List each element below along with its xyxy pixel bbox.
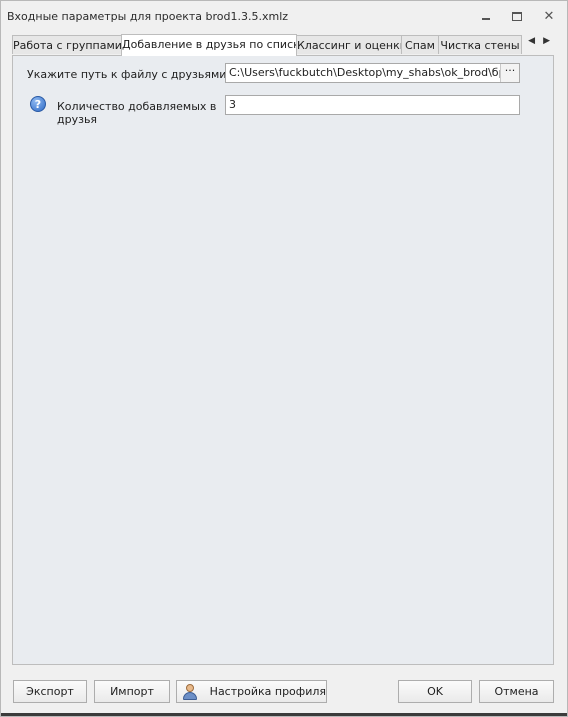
friends-count-input[interactable]: 3 [225, 95, 520, 115]
window-title: Входные параметры для проекта brod1.3.5.… [7, 10, 289, 23]
tab-label: Работа с группами [13, 39, 122, 52]
tab-label: Добавление в друзья по списку [122, 38, 297, 51]
cancel-button[interactable]: Отмена [479, 680, 554, 703]
tab-spam[interactable]: Спам [401, 35, 439, 54]
tab-label: Спам [405, 39, 435, 52]
tab-strip: Работа с группами Добавление в друзья по… [12, 34, 554, 56]
help-icon[interactable]: ? [30, 96, 46, 112]
minimize-icon [482, 18, 490, 20]
friends-count-label: Количество добавляемых в друзья [57, 100, 217, 126]
tab-scroll-arrows: ◀ ▶ [528, 36, 550, 46]
dialog-window: Входные параметры для проекта brod1.3.5.… [0, 0, 568, 717]
tab-wall-cleanup[interactable]: Чистка стены [438, 35, 522, 54]
close-icon: ✕ [543, 8, 555, 24]
tab-label: Чистка стены [440, 39, 520, 52]
ok-button[interactable]: OK [398, 680, 472, 703]
title-bar: Входные параметры для проекта brod1.3.5.… [1, 1, 567, 31]
maximize-icon [512, 11, 522, 21]
export-button[interactable]: Экспорт [13, 680, 87, 703]
browse-file-button[interactable]: ··· [500, 64, 519, 82]
tab-add-friends-by-list[interactable]: Добавление в друзья по списку [121, 34, 297, 56]
file-path-input[interactable]: C:\Users\fuckbutch\Desktop\my_shabs\ok_b… [225, 63, 520, 83]
window-bottom-border [1, 713, 567, 716]
file-path-label: Укажите путь к файлу с друзьями [27, 68, 227, 81]
tab-scroll-right-icon[interactable]: ▶ [543, 36, 550, 46]
tab-work-with-groups[interactable]: Работа с группами [12, 35, 122, 54]
import-button[interactable]: Импорт [94, 680, 170, 703]
tab-label: Классинг и оценки [297, 39, 402, 52]
close-button[interactable]: ✕ [538, 7, 560, 25]
maximize-button[interactable] [506, 7, 528, 25]
minimize-button[interactable] [475, 7, 497, 25]
file-path-value: C:\Users\fuckbutch\Desktop\my_shabs\ok_b… [229, 66, 520, 79]
ellipsis-icon: ··· [504, 64, 516, 77]
friends-count-value: 3 [229, 98, 236, 111]
profile-settings-button[interactable]: Настройка профиля [176, 680, 327, 703]
user-profile-icon [182, 683, 198, 700]
tab-scroll-left-icon[interactable]: ◀ [528, 36, 535, 46]
tab-classing-ratings[interactable]: Классинг и оценки [296, 35, 402, 54]
tab-content-panel: Укажите путь к файлу с друзьями C:\Users… [12, 55, 554, 665]
